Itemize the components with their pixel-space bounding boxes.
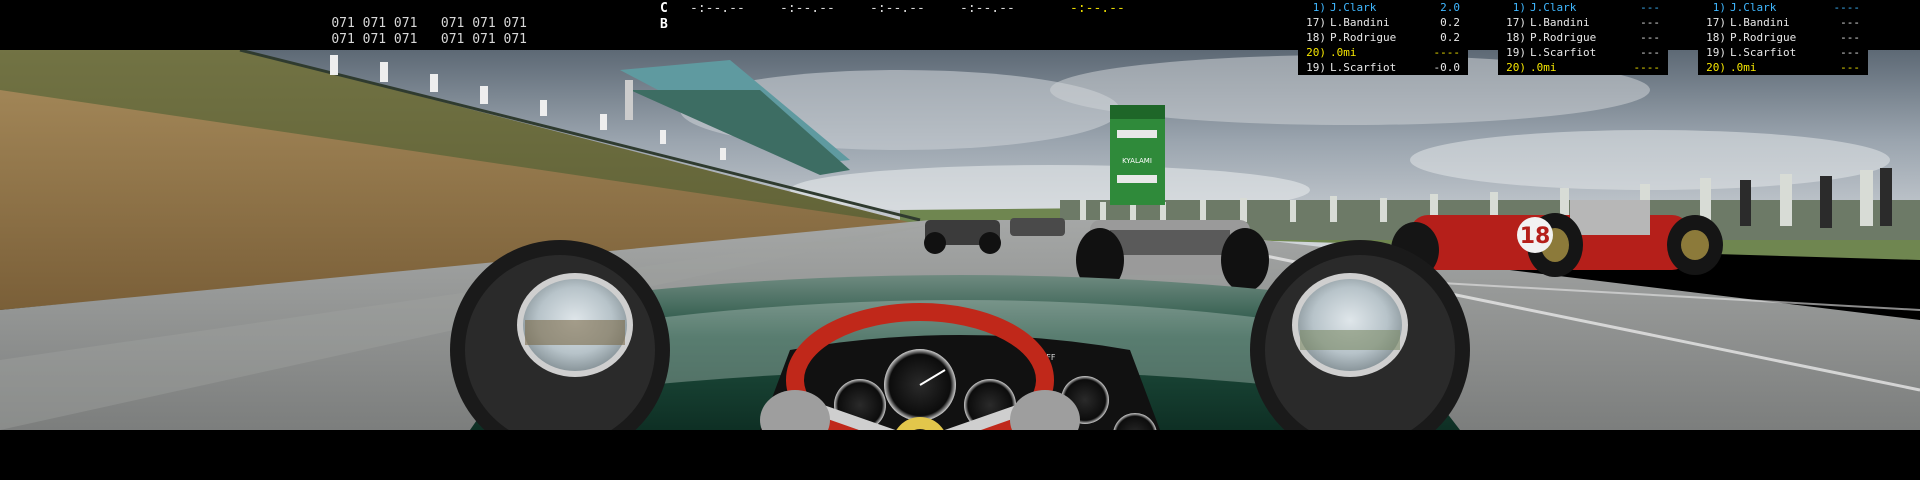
standings-row: 1) J.Clark --- <box>1512 1 1660 14</box>
right-mirror <box>1292 273 1408 377</box>
tyre-temps-left-rear: 071 071 071 <box>331 32 418 47</box>
scene-graphics: KYALAMI 18 OFF <box>0 50 1920 430</box>
race-scene: KYALAMI 18 OFF <box>0 50 1920 430</box>
lap-label-best: B <box>660 17 668 32</box>
lap-time-5: -:--.-- <box>1070 1 1125 16</box>
tower-sign: KYALAMI <box>1122 157 1152 165</box>
lap-time-2: -:--.-- <box>780 1 835 16</box>
standings-row: 20) .0mi ---- <box>1506 61 1660 74</box>
standings-row: 20) .0mi ---- <box>1306 46 1460 59</box>
car-number: 18 <box>1520 224 1551 249</box>
standings-board-1: 1) J.Clark 2.0 17) L.Bandini 0.2 18) P.Rodrig… <box>1298 0 1468 75</box>
lap-label-current: C <box>660 1 668 16</box>
lap-time-4: -:--.-- <box>960 1 1015 16</box>
standings-row: 18) P.Rodrigue --- <box>1706 31 1860 44</box>
lap-time-1: -:--.-- <box>690 1 745 16</box>
left-mirror <box>517 273 633 377</box>
standings-row: 18) P.Rodrigue --- <box>1506 31 1660 44</box>
timing-tower: KYALAMI <box>1110 105 1165 205</box>
standings-board-3: 1) J.Clark ---- 17) L.Bandini --- 18) P.Rodri… <box>1698 0 1868 75</box>
standings-row: 1) J.Clark 2.0 <box>1312 1 1460 14</box>
standings-row: 19) L.Scarfiot -0.0 <box>1306 61 1460 74</box>
standings-row: 17) L.Bandini --- <box>1706 16 1860 29</box>
tyre-temps-right-rear: 071 071 071 <box>440 32 527 47</box>
lap-time-3: -:--.-- <box>870 1 925 16</box>
bottom-letterbox <box>0 430 1920 480</box>
standings-row: 19) L.Scarfiot --- <box>1706 46 1860 59</box>
standings-row: 18) P.Rodrigue 0.2 <box>1306 31 1460 44</box>
standings-row: 20) .0mi --- <box>1706 61 1860 74</box>
standings-row: 17) L.Bandini --- <box>1506 16 1660 29</box>
standings-row: 1) J.Clark ---- <box>1712 1 1860 14</box>
standings-row: 19) L.Scarfiot --- <box>1506 46 1660 59</box>
standings-board-2: 1) J.Clark --- 17) L.Bandini --- 18) P.Rodrig… <box>1498 0 1668 75</box>
standings-row: 17) L.Bandini 0.2 <box>1306 16 1460 29</box>
